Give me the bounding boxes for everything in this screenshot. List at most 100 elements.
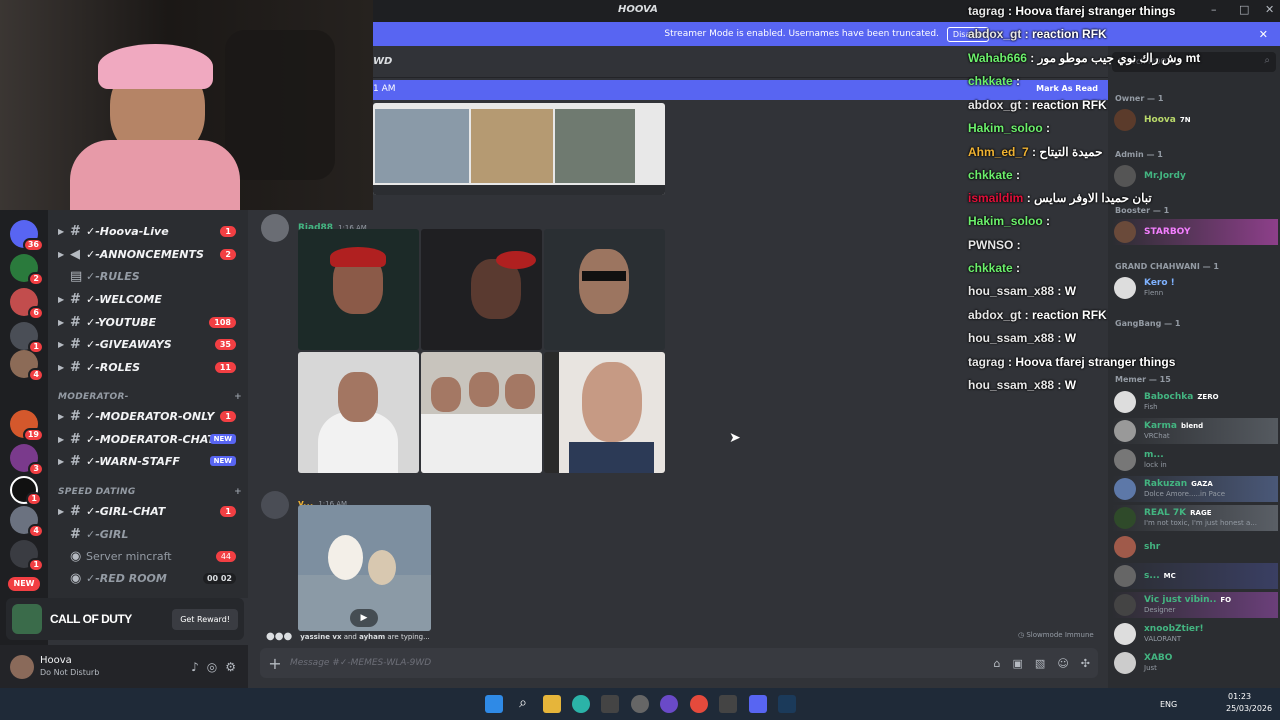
store-icon[interactable] bbox=[601, 695, 619, 713]
steam-icon[interactable] bbox=[778, 695, 796, 713]
member-item[interactable]: Karma blend VRChat bbox=[1112, 418, 1278, 444]
member-item[interactable]: XABO Just bbox=[1112, 650, 1278, 676]
chat-message: Hoova tfarej stranger things bbox=[1015, 355, 1176, 369]
start-icon[interactable] bbox=[485, 695, 503, 713]
server-icon[interactable]: 1 bbox=[10, 540, 44, 572]
server-icon[interactable]: 3 bbox=[10, 444, 44, 476]
plus-icon[interactable]: + bbox=[234, 392, 242, 402]
video-attachment[interactable]: ▶ bbox=[298, 505, 431, 631]
image-attachment[interactable] bbox=[298, 352, 419, 473]
member-item[interactable]: Rakuzan GAZA Dolce Amore.....in Pace bbox=[1112, 476, 1278, 502]
image-attachment[interactable] bbox=[421, 229, 542, 350]
channel-moderator-chat[interactable]: ▶ # ✓-MODERATOR-CHAT NEW bbox=[58, 429, 242, 449]
avatar bbox=[1114, 221, 1136, 243]
plus-icon[interactable]: + bbox=[260, 654, 290, 673]
minimize-icon[interactable]: – bbox=[1211, 3, 1217, 16]
gif-icon[interactable]: ▣ bbox=[1013, 657, 1023, 670]
channel-youtube[interactable]: ▶ # ✓-YOUTUBE 108 bbox=[58, 312, 242, 332]
windows-taskbar: ⌕ ENG 01:23 25/03/2026 bbox=[0, 688, 1280, 720]
category-moderator[interactable]: MODERATOR- + bbox=[58, 392, 242, 402]
game-promo[interactable]: CALL OF DUTY Get Reward! bbox=[6, 598, 244, 640]
screenshot-image[interactable] bbox=[373, 103, 665, 195]
member-item[interactable]: Vic just vibin.. FO Designer bbox=[1112, 592, 1278, 618]
avatar[interactable] bbox=[10, 654, 34, 679]
chevron-right-icon: ▶ bbox=[58, 506, 65, 516]
apps-icon[interactable]: ✣ bbox=[1081, 657, 1090, 670]
search-icon[interactable]: ⌕ bbox=[514, 695, 532, 713]
channel-warn-staff[interactable]: ▶ # ✓-WARN-STAFF NEW bbox=[58, 451, 242, 471]
member-item[interactable]: s... MC bbox=[1112, 563, 1278, 589]
clock-time[interactable]: 01:23 bbox=[1228, 692, 1251, 701]
gear-icon[interactable]: ⚙ bbox=[225, 660, 236, 674]
image-attachment[interactable] bbox=[298, 229, 419, 350]
headphones-icon[interactable]: ◎ bbox=[207, 660, 217, 674]
channel-giveaways[interactable]: ▶ # ✓-GIVEAWAYS 35 bbox=[58, 334, 242, 354]
member-item[interactable]: Hoova 7N bbox=[1112, 107, 1278, 133]
language-indicator[interactable]: ENG bbox=[1160, 700, 1177, 709]
message-composer[interactable]: + Message #✓-MEMES-WLA-9WD ⌂ ▣ ▧ ☺ ✣ bbox=[260, 648, 1098, 678]
member-group-label: Owner — 1 bbox=[1115, 94, 1164, 103]
avatar[interactable] bbox=[261, 491, 289, 519]
member-item[interactable]: m... lock in bbox=[1112, 447, 1278, 473]
sticker-icon[interactable]: ▧ bbox=[1035, 657, 1045, 670]
server-icon[interactable]: 6 bbox=[10, 288, 44, 320]
channel-girl[interactable]: # ✓-GIRL bbox=[58, 524, 242, 544]
discord-icon[interactable] bbox=[749, 695, 767, 713]
plus-icon[interactable]: + bbox=[234, 487, 242, 497]
chat-line: tagrag : Hoova tfarej stranger things bbox=[968, 355, 1176, 369]
avatar[interactable] bbox=[261, 214, 289, 242]
media-icon[interactable] bbox=[719, 695, 737, 713]
clock-date[interactable]: 25/03/2026 bbox=[1226, 704, 1272, 713]
close-icon[interactable]: ✕ bbox=[1259, 28, 1268, 41]
maximize-icon[interactable]: □ bbox=[1239, 3, 1249, 16]
image-attachment[interactable] bbox=[544, 229, 665, 350]
member-item[interactable]: Mr.Jordy bbox=[1112, 163, 1278, 189]
hash-icon: # bbox=[70, 453, 81, 469]
server-icon[interactable]: 19 bbox=[10, 410, 44, 442]
member-item[interactable]: shr bbox=[1112, 534, 1278, 560]
channel-hoova-live[interactable]: ▶ # ✓-Hoova-Live 1 bbox=[58, 221, 242, 241]
channel-girl-chat[interactable]: ▶ # ✓-GIRL-CHAT 1 bbox=[58, 501, 242, 521]
channel-server-mincraft[interactable]: ◉ Server mincraft 44 bbox=[58, 546, 242, 566]
user-name: Hoova bbox=[40, 654, 72, 666]
chat-message: حميدة التيتاح bbox=[1039, 145, 1103, 159]
server-icon[interactable]: 4 bbox=[10, 506, 44, 538]
member-item[interactable]: Babochka ZERO Fish bbox=[1112, 389, 1278, 415]
gift-icon[interactable]: ⌂ bbox=[994, 657, 1001, 670]
server-icon[interactable]: 1 bbox=[10, 322, 44, 354]
member-item[interactable]: STARBOY bbox=[1112, 219, 1278, 245]
channel-announcements[interactable]: ▶ ◀ ✓-ANNONCEMENTS 2 bbox=[58, 244, 242, 264]
chrome-icon[interactable] bbox=[690, 695, 708, 713]
chat-message: Hoova tfarej stranger things bbox=[1015, 4, 1176, 18]
channel-rules[interactable]: ▤ ✓-RULES bbox=[58, 266, 242, 286]
play-icon[interactable]: ▶ bbox=[350, 609, 378, 627]
image-attachment[interactable] bbox=[544, 352, 665, 473]
member-item[interactable]: REAL 7K RAGE I'm not toxic, I'm just hones… bbox=[1112, 505, 1278, 531]
obs-icon[interactable] bbox=[631, 695, 649, 713]
chat-line: ismaildim : تبان حميدا الاوفر سايس bbox=[968, 191, 1152, 205]
server-icon[interactable]: 2 bbox=[10, 254, 44, 286]
edge-icon[interactable] bbox=[572, 695, 590, 713]
member-item[interactable]: Kero ! Flenn bbox=[1112, 275, 1278, 301]
server-icon[interactable]: 1 bbox=[10, 476, 42, 506]
close-icon[interactable]: ✕ bbox=[1265, 3, 1274, 16]
image-attachment[interactable] bbox=[421, 352, 542, 473]
member-item[interactable]: xnoobZtier! VALORANT bbox=[1112, 621, 1278, 647]
emoji-icon[interactable]: ☺ bbox=[1057, 657, 1068, 670]
channel-red-room[interactable]: ◉ ✓-RED ROOM 00 02 bbox=[58, 568, 242, 588]
channel-name: WD bbox=[373, 56, 393, 67]
channel-roles[interactable]: ▶ # ✓-ROLES 11 bbox=[58, 357, 242, 377]
category-speed-dating[interactable]: SPEED DATING + bbox=[58, 487, 242, 497]
folder-icon[interactable] bbox=[543, 695, 561, 713]
server-icon[interactable]: 36 bbox=[10, 220, 44, 252]
microphone-icon[interactable]: ♪ bbox=[191, 660, 199, 674]
server-icon[interactable]: 4 bbox=[10, 350, 44, 382]
message-input[interactable]: Message #✓-MEMES-WLA-9WD bbox=[290, 658, 431, 668]
avatar bbox=[1114, 507, 1136, 529]
channel-welcome[interactable]: ▶ # ✓-WELCOME bbox=[58, 289, 242, 309]
channel-moderator-only[interactable]: ▶ # ✓-MODERATOR-ONLY 1 bbox=[58, 406, 242, 426]
get-reward-button[interactable]: Get Reward! bbox=[172, 608, 238, 630]
chat-line: tagrag : Hoova tfarej stranger things bbox=[968, 4, 1176, 18]
app-icon[interactable] bbox=[660, 695, 678, 713]
chat-username: PWNSO bbox=[968, 238, 1014, 252]
